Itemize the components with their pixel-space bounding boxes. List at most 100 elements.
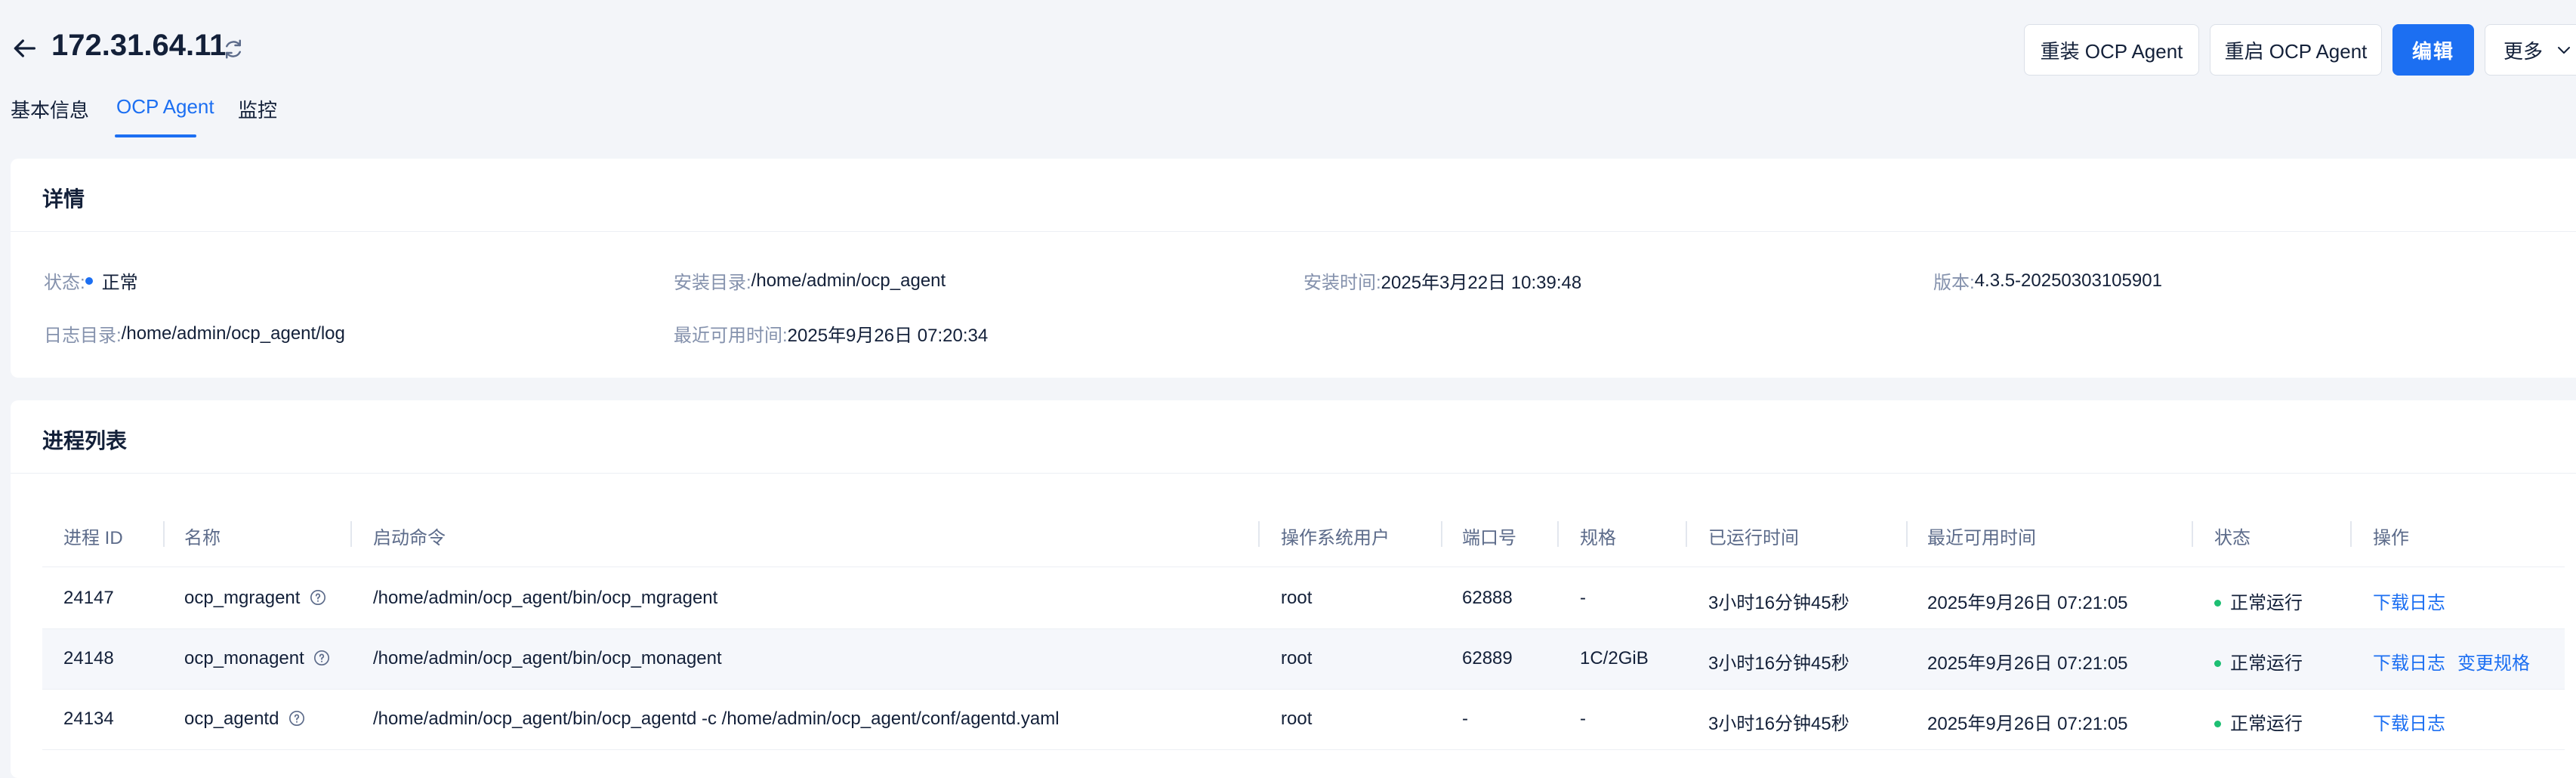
- status-field: 状态: 正常: [44, 267, 138, 294]
- edit-button[interactable]: 编辑: [2392, 24, 2474, 76]
- column-separator: [1258, 521, 1260, 547]
- more-dropdown-button[interactable]: 更多: [2485, 24, 2576, 76]
- column-header-port: 端口号: [1462, 528, 1516, 548]
- process-name: ocp_mgragent: [184, 588, 301, 608]
- details-card: 详情 状态: 正常 安装目录: /home/admin/ocp_agent 安装…: [11, 159, 2576, 378]
- download-log-link[interactable]: 下载日志: [2373, 709, 2445, 735]
- status-text: 正常运行: [2230, 593, 2303, 613]
- column-header-actions: 操作: [2373, 528, 2409, 548]
- cell-os-user: root: [1281, 588, 1313, 608]
- restart-agent-button[interactable]: 重启 OCP Agent: [2210, 24, 2382, 76]
- cell-status: 正常运行: [2214, 588, 2303, 614]
- cell-name: ocp_monagent: [184, 648, 330, 669]
- chevron-down-icon: [2558, 47, 2571, 54]
- column-separator: [1906, 521, 1908, 547]
- cell-port: 62889: [1462, 648, 1513, 668]
- cell-name: ocp_agentd: [184, 709, 305, 730]
- cell-uptime: 3小时16分钟45秒: [1708, 714, 1849, 734]
- install-time-value: 2025年3月22日 10:39:48: [1381, 273, 1582, 293]
- cell-command: /home/admin/ocp_agent/bin/ocp_agentd -c …: [373, 709, 1060, 729]
- help-circle-icon[interactable]: [288, 710, 305, 727]
- tab-basic-info[interactable]: 基本信息: [11, 95, 89, 123]
- column-separator: [163, 521, 165, 547]
- last-available-label: 最近可用时间:: [674, 326, 788, 346]
- process-name: ocp_monagent: [184, 648, 304, 668]
- column-header-pid: 进程 ID: [63, 528, 123, 548]
- log-dir-field: 日志目录: /home/admin/ocp_agent/log: [44, 320, 345, 347]
- log-dir-label: 日志目录:: [44, 326, 122, 346]
- help-circle-icon[interactable]: [310, 589, 326, 606]
- cell-last-available: 2025年9月26日 07:21:05: [1927, 593, 2128, 613]
- tab-ocp-agent[interactable]: OCP Agent: [116, 95, 214, 119]
- status-dot: [2214, 660, 2221, 667]
- status-label: 状态:: [44, 273, 85, 293]
- status-dot: [2214, 600, 2221, 607]
- more-button-label: 更多: [2504, 39, 2544, 63]
- cell-command: /home/admin/ocp_agent/bin/ocp_mgragent: [373, 588, 718, 608]
- cell-spec: -: [1580, 588, 1586, 608]
- back-arrow-icon[interactable]: [9, 33, 39, 63]
- log-dir-value: /home/admin/ocp_agent/log: [121, 323, 345, 344]
- install-time-label: 安装时间:: [1303, 273, 1381, 293]
- help-circle-icon[interactable]: [313, 650, 330, 666]
- cell-port: -: [1462, 709, 1468, 729]
- install-dir-label: 安装目录:: [674, 273, 751, 293]
- cell-os-user: root: [1281, 709, 1313, 729]
- column-separator: [1557, 521, 1559, 547]
- column-header-name: 名称: [184, 528, 221, 548]
- last-available-field: 最近可用时间: 2025年9月26日 07:20:34: [674, 320, 988, 347]
- install-dir-value: /home/admin/ocp_agent: [751, 270, 946, 291]
- version-value: 4.3.5-20250303105901: [1974, 270, 2162, 291]
- download-log-link[interactable]: 下载日志: [2373, 648, 2445, 675]
- details-title: 详情: [42, 187, 85, 211]
- column-separator: [350, 521, 352, 547]
- details-divider: [11, 231, 2576, 232]
- install-time-field: 安装时间: 2025年3月22日 10:39:48: [1303, 267, 1581, 294]
- column-separator: [2350, 521, 2352, 547]
- status-dot: [2214, 721, 2221, 727]
- status-text: 正常运行: [2230, 714, 2303, 734]
- cell-last-available: 2025年9月26日 07:21:05: [1927, 653, 2128, 674]
- cell-pid: 24134: [63, 709, 114, 729]
- reinstall-agent-button[interactable]: 重装 OCP Agent: [2024, 24, 2199, 76]
- column-separator: [1441, 521, 1442, 547]
- download-log-link[interactable]: 下载日志: [2373, 588, 2445, 614]
- version-field: 版本: 4.3.5-20250303105901: [1933, 267, 2162, 294]
- cell-name: ocp_mgragent: [184, 588, 326, 609]
- cell-uptime: 3小时16分钟45秒: [1708, 653, 1849, 674]
- install-dir-field: 安装目录: /home/admin/ocp_agent: [674, 267, 946, 294]
- process-list-title: 进程列表: [42, 429, 128, 452]
- cell-pid: 24147: [63, 588, 114, 608]
- column-separator: [2192, 521, 2193, 547]
- process-list-divider: [11, 473, 2576, 474]
- active-tab-indicator: [115, 134, 196, 137]
- process-name: ocp_agentd: [184, 709, 279, 729]
- column-header-os-user: 操作系统用户: [1281, 528, 1390, 548]
- column-header-last-available: 最近可用时间: [1927, 528, 2036, 548]
- column-separator: [1686, 521, 1687, 547]
- last-available-value: 2025年9月26日 07:20:34: [787, 326, 989, 346]
- column-header-spec: 规格: [1580, 528, 1616, 548]
- cell-spec: -: [1580, 709, 1586, 729]
- version-label: 版本:: [1933, 273, 1975, 293]
- status-dot: [85, 276, 93, 285]
- column-header-status: 状态: [2214, 528, 2251, 548]
- status-text: 正常运行: [2230, 653, 2303, 674]
- cell-status: 正常运行: [2214, 648, 2303, 675]
- cell-port: 62888: [1462, 588, 1513, 608]
- cell-spec: 1C/2GiB: [1580, 648, 1649, 668]
- change-spec-link[interactable]: 变更规格: [2457, 648, 2530, 675]
- cell-os-user: root: [1281, 648, 1313, 668]
- row-divider: [42, 749, 2565, 750]
- cell-pid: 24148: [63, 648, 114, 668]
- cell-last-available: 2025年9月26日 07:21:05: [1927, 714, 2128, 734]
- page-title: 172.31.64.11: [51, 29, 227, 62]
- tab-monitoring[interactable]: 监控: [238, 95, 277, 123]
- cell-uptime: 3小时16分钟45秒: [1708, 593, 1849, 613]
- status-value: 正常: [101, 273, 138, 293]
- refresh-icon[interactable]: [222, 38, 245, 60]
- column-header-uptime: 已运行时间: [1708, 528, 1799, 548]
- cell-status: 正常运行: [2214, 709, 2303, 735]
- column-header-command: 启动命令: [373, 528, 446, 548]
- cell-command: /home/admin/ocp_agent/bin/ocp_monagent: [373, 648, 722, 668]
